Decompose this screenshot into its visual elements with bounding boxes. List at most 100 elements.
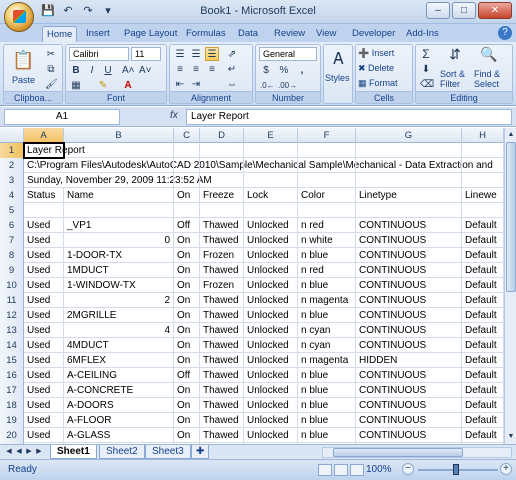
tab-insert[interactable]: Insert (82, 26, 114, 42)
tab-data[interactable]: Data (234, 26, 262, 42)
cell-d12[interactable]: Thawed (200, 308, 244, 323)
cell-a12[interactable]: Used (24, 308, 64, 323)
cell-d9[interactable]: Thawed (200, 263, 244, 278)
cell-d16[interactable]: Thawed (200, 368, 244, 383)
cell-b10[interactable]: 1-WINDOW-TX (64, 278, 174, 293)
cell-f7[interactable]: n white (298, 233, 356, 248)
close-button[interactable]: ✕ (478, 2, 512, 19)
cell-a15[interactable]: Used (24, 353, 64, 368)
cell-e7[interactable]: Unlocked (244, 233, 298, 248)
column-header-a[interactable]: A (24, 128, 64, 143)
cell-d10[interactable]: Frozen (200, 278, 244, 293)
cell-h19[interactable]: Default (462, 413, 504, 428)
minimize-button[interactable]: – (426, 2, 450, 19)
cell-f17[interactable]: n blue (298, 383, 356, 398)
paste-icon[interactable]: 📋 (11, 48, 35, 72)
next-sheet-icon[interactable]: ▶ (24, 446, 34, 458)
cell-e17[interactable]: Unlocked (244, 383, 298, 398)
maximize-button[interactable]: □ (452, 2, 476, 19)
cell-d6[interactable]: Thawed (200, 218, 244, 233)
zoom-in-icon[interactable]: + (500, 463, 512, 475)
cell-f16[interactable]: n blue (298, 368, 356, 383)
normal-view-icon[interactable] (318, 464, 332, 476)
cell-f9[interactable]: n red (298, 263, 356, 278)
cell-d17[interactable]: Thawed (200, 383, 244, 398)
cell-h14[interactable]: Default (462, 338, 504, 353)
horizontal-scrollbar[interactable] (322, 447, 512, 458)
cell-h18[interactable]: Default (462, 398, 504, 413)
column-header-g[interactable]: G (356, 128, 462, 143)
column-header-e[interactable]: E (244, 128, 298, 143)
cell-f8[interactable]: n blue (298, 248, 356, 263)
cell-d19[interactable]: Thawed (200, 413, 244, 428)
cell-g14[interactable]: CONTINUOUS (356, 338, 462, 353)
cell-b4[interactable]: Name (64, 188, 174, 203)
cell-a7[interactable]: Used (24, 233, 64, 248)
cell-a14[interactable]: Used (24, 338, 64, 353)
last-sheet-icon[interactable]: ▶ (34, 446, 44, 458)
cell-c15[interactable]: On (174, 353, 200, 368)
number-format-box[interactable]: General (259, 47, 317, 61)
cell-b15[interactable]: 6MFLEX (64, 353, 174, 368)
column-header-b[interactable]: B (64, 128, 174, 143)
cell-f3[interactable] (298, 173, 356, 188)
cell-a13[interactable]: Used (24, 323, 64, 338)
cell-e10[interactable]: Unlocked (244, 278, 298, 293)
cell-e6[interactable]: Unlocked (244, 218, 298, 233)
copy-icon[interactable]: ⧉ (44, 62, 58, 76)
align-left-icon[interactable]: ≡ (173, 62, 187, 76)
cell-f11[interactable]: n magenta (298, 293, 356, 308)
cell-h17[interactable]: Default (462, 383, 504, 398)
cut-icon[interactable]: ✂ (44, 47, 58, 61)
cell-h7[interactable]: Default (462, 233, 504, 248)
styles-icon[interactable]: Ꭺ (330, 49, 348, 69)
cell-b5[interactable] (64, 203, 174, 218)
cell-b6[interactable]: _VP1 (64, 218, 174, 233)
column-header-h[interactable]: H (462, 128, 504, 143)
row-header[interactable]: 9 (0, 263, 24, 278)
cell-b11[interactable]: 2 (64, 293, 174, 308)
cell-f12[interactable]: n blue (298, 308, 356, 323)
cell-d3[interactable] (200, 173, 244, 188)
decrease-indent-icon[interactable]: ⇤ (173, 77, 187, 91)
merge-center-icon[interactable]: ⇔ (225, 77, 239, 91)
align-center-icon[interactable]: ≡ (189, 62, 203, 76)
cell-b13[interactable]: 4 (64, 323, 174, 338)
row-header[interactable]: 13 (0, 323, 24, 338)
row-header[interactable]: 18 (0, 398, 24, 413)
cell-a9[interactable]: Used (24, 263, 64, 278)
row-header[interactable]: 6 (0, 218, 24, 233)
fill-color-icon[interactable]: ✎ (96, 78, 110, 92)
cell-g2[interactable] (356, 158, 462, 173)
tab-view[interactable]: View (312, 26, 340, 42)
insert-function-button[interactable]: fx (170, 110, 178, 121)
column-header-f[interactable]: F (298, 128, 356, 143)
cell-e9[interactable]: Unlocked (244, 263, 298, 278)
cell-b19[interactable]: A-FLOOR (64, 413, 174, 428)
paste-label[interactable]: Paste (12, 75, 35, 85)
cell-b12[interactable]: 2MGRILLE (64, 308, 174, 323)
cell-f4[interactable]: Color (298, 188, 356, 203)
select-all-corner[interactable] (0, 128, 24, 143)
cell-c3[interactable] (174, 173, 200, 188)
cell-h11[interactable]: Default (462, 293, 504, 308)
cell-d2[interactable] (200, 158, 244, 173)
row-header[interactable]: 17 (0, 383, 24, 398)
wrap-text-icon[interactable]: ↵ (225, 62, 239, 76)
sort-filter-button[interactable]: Sort & Filter (440, 69, 472, 89)
cell-c2[interactable] (174, 158, 200, 173)
row-header[interactable]: 15 (0, 353, 24, 368)
increase-indent-icon[interactable]: ⇥ (189, 77, 203, 91)
find-select-button[interactable]: Find & Select (474, 69, 512, 89)
row-header[interactable]: 4 (0, 188, 24, 203)
cell-f5[interactable] (298, 203, 356, 218)
row-header[interactable]: 1 (0, 143, 24, 158)
cell-e18[interactable]: Unlocked (244, 398, 298, 413)
cell-d13[interactable]: Thawed (200, 323, 244, 338)
bottom-align-icon[interactable]: ☰ (205, 47, 219, 61)
cell-g7[interactable]: CONTINUOUS (356, 233, 462, 248)
cell-h5[interactable] (462, 203, 504, 218)
cell-a19[interactable]: Used (24, 413, 64, 428)
cell-b8[interactable]: 1-DOOR-TX (64, 248, 174, 263)
percent-button[interactable]: % (277, 63, 291, 77)
